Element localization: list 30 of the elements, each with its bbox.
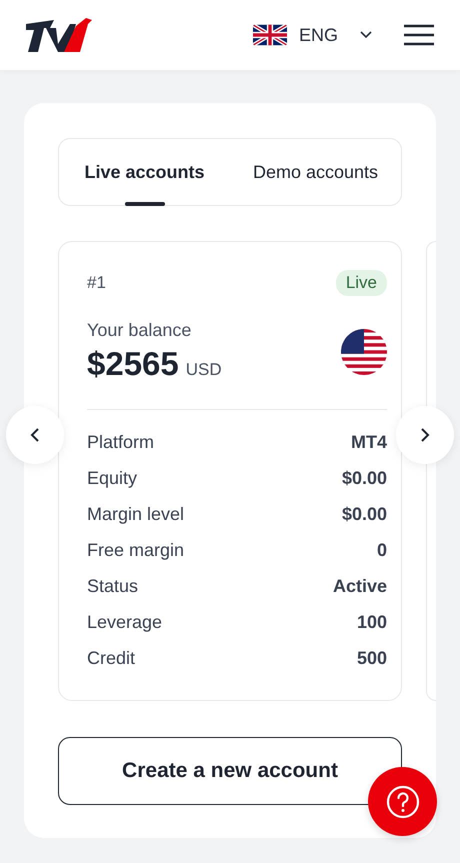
account-number: #1 [87,273,106,293]
us-flag-icon [341,328,387,374]
detail-label: Status [87,576,138,596]
detail-value: $0.00 [342,468,387,488]
detail-label: Platform [87,432,154,452]
detail-value: Active [332,576,387,596]
create-account-button[interactable]: Create a new account [58,737,402,805]
detail-label: Leverage [87,612,162,632]
question-icon [384,784,420,820]
chevron-left-icon [30,427,40,443]
caret-icon [360,31,372,39]
account-tab[interactable]: Live accounts [59,139,230,205]
balance-amount: $2565 [87,345,179,383]
detail-label: Credit [87,648,136,668]
detail-label: Equity [87,468,138,488]
account-tab[interactable]: Demo accounts [230,139,401,205]
language-selector[interactable]: ENG [252,24,372,46]
detail-value: 500 [356,648,387,668]
detail-label: Free margin [87,540,184,560]
status-badge: Live [336,270,387,296]
chevron-right-icon [420,427,430,443]
currency-label: USD [186,360,222,380]
balance-label: Your balance [87,320,192,341]
detail-label: Margin level [87,504,184,524]
detail-value: 0 [376,540,387,560]
detail-value: MT4 [351,432,387,452]
menu-button[interactable] [404,24,434,46]
detail-value: 100 [356,612,387,632]
detail-value: $0.00 [342,504,387,524]
uk-flag-icon [252,24,287,46]
